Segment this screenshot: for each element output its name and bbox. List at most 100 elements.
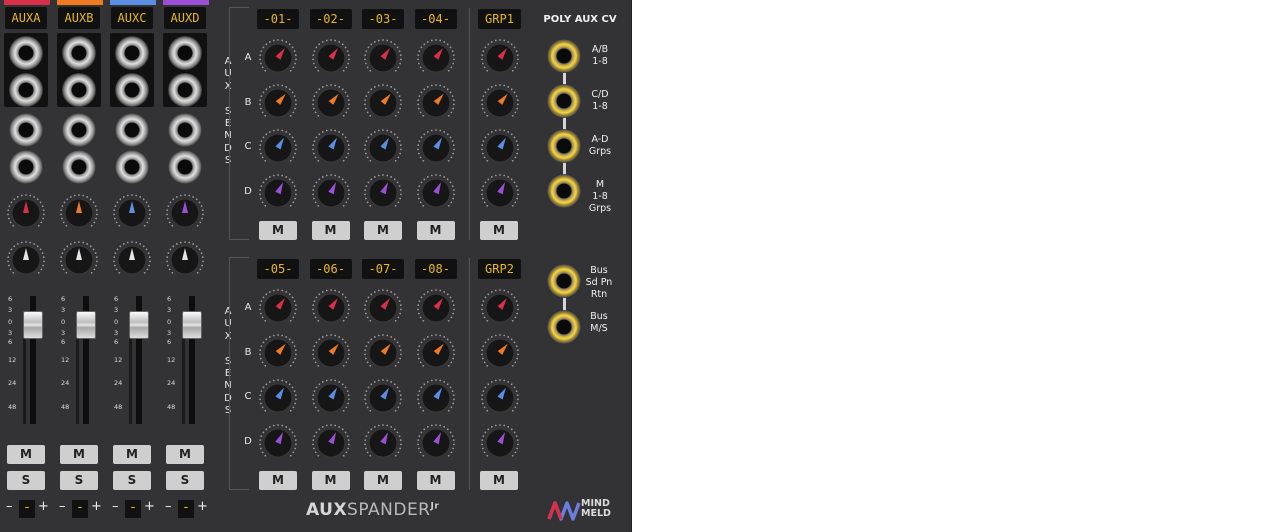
top_section-send-knob-1-D[interactable] — [311, 173, 351, 213]
bottom_section-track-mute-2[interactable]: M — [364, 471, 402, 490]
aux-3-return-jack-0[interactable] — [168, 113, 202, 147]
bottom_section-group-send-knob-C[interactable] — [480, 378, 520, 418]
bottom_section-track-mute-0[interactable]: M — [259, 471, 297, 490]
top_section-send-knob-2-C[interactable] — [363, 128, 403, 168]
aux-0-trim-minus[interactable]: – — [6, 499, 13, 514]
aux-1-return-jack-1[interactable] — [62, 150, 96, 184]
aux-2-send-jack-1[interactable] — [115, 73, 149, 107]
bottom_section-track-display-0[interactable]: -05- — [257, 259, 299, 279]
bottom_section-group-send-knob-B[interactable] — [480, 333, 520, 373]
bus-jack-1[interactable] — [547, 310, 581, 344]
top_section-send-knob-0-D[interactable] — [258, 173, 298, 213]
aux-0-send-jack-0[interactable] — [9, 36, 43, 70]
aux-1-send-jack-1[interactable] — [62, 73, 96, 107]
aux-0-trim-value[interactable]: - — [19, 500, 35, 518]
aux-1-pan-knob[interactable] — [59, 240, 99, 280]
bottom_section-send-knob-3-B[interactable] — [416, 333, 456, 373]
aux-1-mute-button[interactable]: M — [60, 445, 98, 464]
aux-2-return-jack-0[interactable] — [115, 113, 149, 147]
bottom_section-track-display-3[interactable]: -08- — [414, 259, 457, 279]
aux-3-fader-handle[interactable] — [182, 311, 202, 339]
poly-cv-jack-2[interactable] — [547, 129, 581, 163]
aux-0-solo-button[interactable]: S — [7, 471, 45, 490]
aux-1-trim-plus[interactable]: + — [91, 499, 102, 514]
aux-1-color-knob[interactable] — [59, 193, 99, 233]
top_section-group-send-knob-A[interactable] — [480, 38, 520, 78]
bottom_section-send-knob-2-C[interactable] — [363, 378, 403, 418]
bottom_section-send-knob-2-A[interactable] — [363, 288, 403, 328]
aux-2-color-knob[interactable] — [112, 193, 152, 233]
bottom_section-send-knob-0-B[interactable] — [258, 333, 298, 373]
poly-cv-jack-0[interactable] — [547, 39, 581, 73]
top_section-send-knob-0-C[interactable] — [258, 128, 298, 168]
bottom_section-send-knob-0-A[interactable] — [258, 288, 298, 328]
top_section-send-knob-3-D[interactable] — [416, 173, 456, 213]
top_section-send-knob-3-A[interactable] — [416, 38, 456, 78]
bottom_section-send-knob-2-D[interactable] — [363, 423, 403, 463]
aux-3-pan-knob[interactable] — [165, 240, 205, 280]
aux-3-name-display[interactable]: AUXD — [164, 7, 206, 29]
top_section-send-knob-1-B[interactable] — [311, 83, 351, 123]
aux-3-return-jack-1[interactable] — [168, 150, 202, 184]
aux-1-trim-value[interactable]: - — [72, 500, 88, 518]
aux-3-trim-value[interactable]: - — [178, 500, 194, 518]
bottom_section-track-display-1[interactable]: -06- — [309, 259, 352, 279]
aux-2-send-jack-0[interactable] — [115, 36, 149, 70]
aux-0-mute-button[interactable]: M — [7, 445, 45, 464]
aux-0-pan-knob[interactable] — [6, 240, 46, 280]
top_section-send-knob-0-A[interactable] — [258, 38, 298, 78]
aux-1-send-jack-0[interactable] — [62, 36, 96, 70]
top_section-send-knob-0-B[interactable] — [258, 83, 298, 123]
top_section-send-knob-3-B[interactable] — [416, 83, 456, 123]
aux-2-trim-plus[interactable]: + — [144, 499, 155, 514]
aux-2-solo-button[interactable]: S — [113, 471, 151, 490]
aux-3-mute-button[interactable]: M — [166, 445, 204, 464]
aux-0-color-knob[interactable] — [6, 193, 46, 233]
top_section-send-knob-2-A[interactable] — [363, 38, 403, 78]
aux-2-pan-knob[interactable] — [112, 240, 152, 280]
top_section-send-knob-2-B[interactable] — [363, 83, 403, 123]
aux-3-send-jack-0[interactable] — [168, 36, 202, 70]
aux-3-trim-minus[interactable]: – — [165, 499, 172, 514]
bottom_section-send-knob-1-D[interactable] — [311, 423, 351, 463]
aux-0-return-jack-0[interactable] — [9, 113, 43, 147]
bottom_section-track-mute-3[interactable]: M — [416, 471, 455, 490]
aux-2-return-jack-1[interactable] — [115, 150, 149, 184]
aux-1-solo-button[interactable]: S — [60, 471, 98, 490]
bottom_section-send-knob-2-B[interactable] — [363, 333, 403, 373]
bottom_section-group-mute[interactable]: M — [480, 471, 518, 490]
aux-2-trim-value[interactable]: - — [125, 500, 141, 518]
top_section-track-mute-0[interactable]: M — [259, 221, 297, 240]
bottom_section-send-knob-1-C[interactable] — [311, 378, 351, 418]
top_section-track-mute-2[interactable]: M — [364, 221, 402, 240]
aux-1-fader-handle[interactable] — [76, 311, 96, 339]
top_section-group-send-knob-B[interactable] — [480, 83, 520, 123]
bottom_section-group-send-knob-D[interactable] — [480, 423, 520, 463]
aux-0-trim-plus[interactable]: + — [38, 499, 49, 514]
top_section-track-mute-3[interactable]: M — [416, 221, 455, 240]
aux-3-solo-button[interactable]: S — [166, 471, 204, 490]
bottom_section-send-knob-3-D[interactable] — [416, 423, 456, 463]
poly-cv-jack-1[interactable] — [547, 84, 581, 118]
bottom_section-track-mute-1[interactable]: M — [311, 471, 350, 490]
top_section-group-send-knob-C[interactable] — [480, 128, 520, 168]
bottom_section-group-send-knob-A[interactable] — [480, 288, 520, 328]
aux-1-name-display[interactable]: AUXB — [58, 7, 100, 29]
bottom_section-send-knob-3-A[interactable] — [416, 288, 456, 328]
bottom_section-track-display-2[interactable]: -07- — [362, 259, 404, 279]
bottom_section-send-knob-1-A[interactable] — [311, 288, 351, 328]
aux-0-fader-handle[interactable] — [23, 311, 43, 339]
aux-3-send-jack-1[interactable] — [168, 73, 202, 107]
top_section-send-knob-2-D[interactable] — [363, 173, 403, 213]
bottom_section-send-knob-1-B[interactable] — [311, 333, 351, 373]
bottom_section-send-knob-0-D[interactable] — [258, 423, 298, 463]
bus-jack-0[interactable] — [547, 264, 581, 298]
poly-cv-jack-3[interactable] — [547, 174, 581, 208]
top_section-group-display[interactable]: GRP1 — [478, 9, 521, 29]
aux-1-trim-minus[interactable]: – — [59, 499, 66, 514]
aux-1-return-jack-0[interactable] — [62, 113, 96, 147]
aux-3-trim-plus[interactable]: + — [197, 499, 208, 514]
top_section-group-send-knob-D[interactable] — [480, 173, 520, 213]
aux-0-send-jack-1[interactable] — [9, 73, 43, 107]
aux-0-return-jack-1[interactable] — [9, 150, 43, 184]
